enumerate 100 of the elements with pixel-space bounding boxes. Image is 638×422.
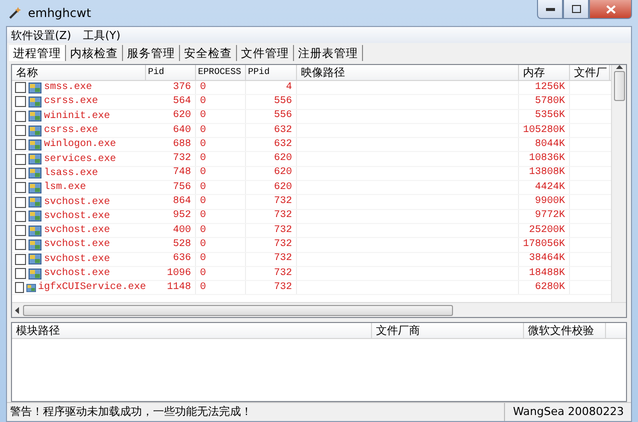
process-name: lsass.exe bbox=[44, 168, 98, 179]
process-name: csrss.exe bbox=[44, 125, 98, 136]
table-cell: 756 bbox=[146, 181, 196, 194]
vertical-scrollbar[interactable] bbox=[611, 65, 626, 302]
table-cell: 178056K bbox=[519, 238, 570, 252]
checkbox[interactable] bbox=[15, 110, 26, 122]
process-name: wininit.exe bbox=[44, 110, 110, 122]
table-cell: 688 bbox=[146, 138, 196, 152]
program-icon bbox=[28, 238, 42, 251]
minimize-button[interactable] bbox=[537, 0, 563, 19]
table-cell: 0 bbox=[196, 266, 246, 280]
table-cell: 620 bbox=[146, 110, 196, 123]
table-cell: 18488K bbox=[519, 266, 570, 280]
table-cell: 0 bbox=[196, 110, 246, 123]
table-cell: 1256K bbox=[519, 81, 570, 94]
checkbox[interactable] bbox=[15, 82, 26, 94]
checkbox[interactable] bbox=[15, 154, 26, 165]
checkbox[interactable] bbox=[15, 254, 26, 265]
column-header[interactable]: 模块路径 bbox=[12, 323, 372, 338]
horizontal-scrollbar[interactable] bbox=[12, 302, 626, 317]
maximize-button[interactable] bbox=[563, 0, 589, 19]
checkbox[interactable] bbox=[15, 210, 26, 222]
table-cell: 0 bbox=[196, 281, 246, 294]
tab[interactable]: 服务管理 bbox=[123, 44, 180, 60]
table-cell: 0 bbox=[196, 95, 246, 109]
checkbox[interactable] bbox=[15, 125, 26, 136]
scroll-left-icon bbox=[15, 306, 19, 314]
table-cell: 9772K bbox=[519, 210, 570, 223]
program-icon bbox=[28, 196, 42, 208]
column-header[interactable]: 内存 bbox=[519, 65, 570, 80]
process-name: igfxCUIService.exe bbox=[38, 282, 146, 294]
table-cell: 0 bbox=[196, 224, 246, 238]
table-cell: 732 bbox=[246, 281, 297, 294]
table-cell: 732 bbox=[246, 266, 297, 280]
process-name: smss.exe bbox=[44, 82, 92, 94]
program-icon bbox=[26, 282, 36, 294]
table-cell: 0 bbox=[196, 81, 246, 94]
program-icon bbox=[28, 124, 42, 137]
process-name: svchost.exe bbox=[44, 239, 110, 250]
process-name: services.exe bbox=[44, 154, 116, 165]
program-icon bbox=[28, 167, 42, 180]
table-cell: 732 bbox=[246, 238, 297, 252]
checkbox[interactable] bbox=[15, 282, 24, 294]
table-cell: 732 bbox=[246, 195, 297, 209]
tab[interactable]: 文件管理 bbox=[237, 44, 294, 60]
checkbox[interactable] bbox=[15, 139, 26, 150]
checkbox[interactable] bbox=[15, 182, 26, 194]
table-cell: 4424K bbox=[519, 181, 570, 194]
table-cell: 556 bbox=[246, 110, 297, 123]
table-cell: 528 bbox=[146, 238, 196, 252]
table-cell: 0 bbox=[196, 238, 246, 252]
table-cell: 732 bbox=[246, 224, 297, 238]
program-icon bbox=[28, 224, 42, 237]
column-header[interactable]: 映像路径 bbox=[297, 65, 519, 80]
program-icon bbox=[28, 138, 42, 151]
checkbox[interactable] bbox=[15, 268, 26, 279]
program-icon bbox=[28, 268, 42, 280]
tab[interactable]: 安全检查 bbox=[180, 44, 237, 60]
scroll-up-icon bbox=[616, 65, 622, 69]
table-cell: 6280K bbox=[519, 281, 570, 294]
column-header[interactable]: 名称 bbox=[12, 65, 146, 80]
tab[interactable]: 进程管理 bbox=[9, 44, 66, 60]
table-cell: 732 bbox=[246, 210, 297, 223]
table-cell: 620 bbox=[246, 152, 297, 166]
column-header[interactable]: EPROCESS bbox=[196, 65, 246, 80]
column-header[interactable]: Pid bbox=[146, 65, 196, 80]
program-icon bbox=[28, 96, 42, 108]
checkbox[interactable] bbox=[15, 196, 26, 208]
menu-item[interactable]: 工具(Y) bbox=[83, 28, 120, 42]
table-cell: 376 bbox=[146, 81, 196, 94]
column-header[interactable]: PPid bbox=[246, 65, 297, 80]
close-button[interactable] bbox=[589, 0, 632, 19]
wand-icon bbox=[8, 6, 22, 20]
tab[interactable]: 内核检查 bbox=[66, 44, 123, 60]
table-cell: 640 bbox=[146, 124, 196, 138]
checkbox[interactable] bbox=[15, 168, 26, 179]
program-icon bbox=[28, 110, 42, 122]
column-header[interactable]: 微软文件校验 bbox=[524, 323, 606, 338]
table-cell: 636 bbox=[146, 252, 196, 266]
column-header[interactable]: 文件厂 bbox=[570, 65, 610, 80]
table-cell: 5780K bbox=[519, 95, 570, 109]
table-cell: 38464K bbox=[519, 252, 570, 266]
checkbox[interactable] bbox=[15, 239, 26, 250]
table-cell: 632 bbox=[246, 124, 297, 138]
table-cell: 564 bbox=[146, 95, 196, 109]
checkbox[interactable] bbox=[15, 96, 26, 108]
table-cell: 0 bbox=[196, 124, 246, 138]
program-icon bbox=[28, 253, 42, 266]
close-icon bbox=[606, 4, 616, 14]
table-cell: 556 bbox=[246, 95, 297, 109]
table-cell: 0 bbox=[196, 252, 246, 266]
table-cell: 632 bbox=[246, 138, 297, 152]
table-cell: 5356K bbox=[519, 110, 570, 123]
column-header[interactable]: 文件厂商 bbox=[372, 323, 524, 338]
scroll-thumb[interactable] bbox=[614, 71, 624, 101]
table-cell: 0 bbox=[196, 152, 246, 166]
menu-item[interactable]: 软件设置(Z) bbox=[11, 28, 72, 42]
program-icon bbox=[28, 82, 42, 94]
tab[interactable]: 注册表管理 bbox=[294, 44, 363, 60]
checkbox[interactable] bbox=[15, 225, 26, 236]
